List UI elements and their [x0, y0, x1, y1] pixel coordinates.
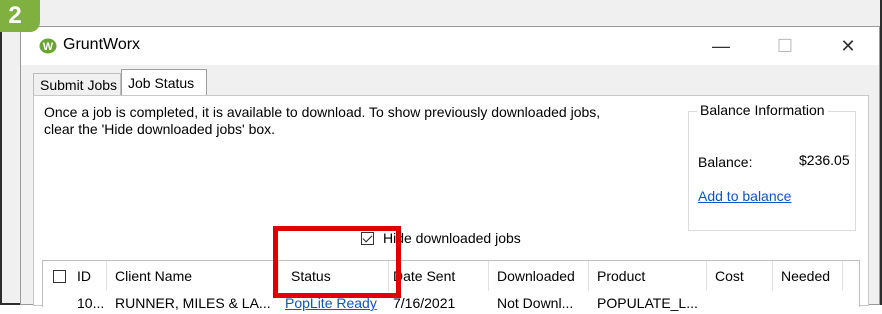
gruntworx-logo-icon: W [39, 38, 57, 54]
close-button[interactable]: ✕ [826, 31, 870, 61]
balance-information-group: Balance Information Balance: $236.05 Add… [688, 102, 856, 231]
gruntworx-window: W GruntWorx — ☐ ✕ Submit Jobs Job Status… [20, 26, 880, 311]
column-header-needed[interactable]: Needed [773, 261, 843, 291]
select-all-checkbox[interactable] [53, 270, 66, 283]
cell-client-name: RUNNER, MILES & LA... [115, 295, 271, 311]
add-to-balance-link[interactable]: Add to balance [698, 188, 791, 204]
tab-submit-jobs[interactable]: Submit Jobs [33, 73, 121, 96]
column-header-date-sent[interactable]: Date Sent [389, 261, 489, 291]
balance-group-title: Balance Information [697, 102, 828, 118]
cell-product: POPULATE_L... [597, 295, 698, 311]
svg-text:W: W [43, 41, 54, 53]
column-header-product[interactable]: Product [589, 261, 707, 291]
tab-job-status[interactable]: Job Status [121, 69, 207, 97]
minimize-button[interactable]: — [699, 31, 743, 61]
window-title: GruntWorx [63, 36, 141, 53]
title-bar: W GruntWorx — ☐ ✕ [21, 27, 879, 65]
column-header-id[interactable]: ID [43, 261, 107, 291]
hide-downloaded-label[interactable]: Hide downloaded jobs [383, 230, 521, 246]
balance-label: Balance: [698, 154, 753, 170]
jobs-table: ID Client Name Status Date Sent Download… [42, 260, 860, 311]
column-header-client-name[interactable]: Client Name [107, 261, 279, 291]
step-number-badge: 2 [0, 0, 40, 32]
column-header-cost[interactable]: Cost [707, 261, 773, 291]
instructions-text: Once a job is completed, it is available… [44, 104, 601, 137]
status-highlight-box [273, 226, 401, 298]
step-number: 2 [8, 2, 22, 29]
cell-date-sent: 7/16/2021 [393, 295, 456, 311]
cell-id: 10... [77, 295, 105, 311]
column-header-downloaded[interactable]: Downloaded [489, 261, 589, 291]
job-status-panel: Once a job is completed, it is available… [33, 95, 869, 311]
cell-downloaded: Not Downl... [497, 295, 574, 311]
maximize-button[interactable]: ☐ [763, 31, 807, 61]
balance-value: $236.05 [799, 152, 850, 168]
